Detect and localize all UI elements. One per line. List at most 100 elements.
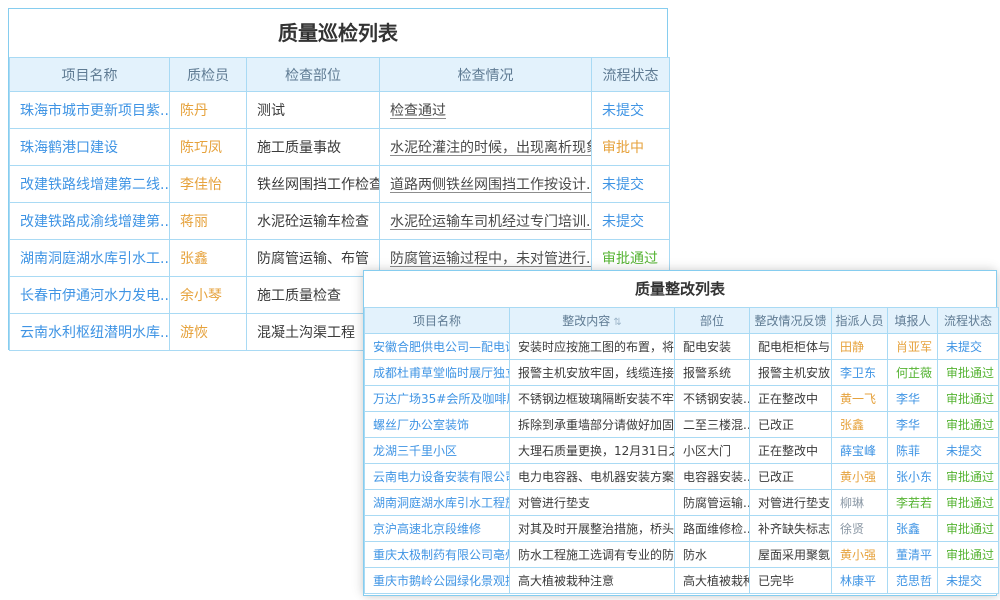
cell-project-name[interactable]: 云南电力设备安装有限公司20... <box>365 464 510 490</box>
inspection-table-title: 质量巡检列表 <box>9 9 667 57</box>
cell-project-name[interactable]: 重庆市鹅岭公园绿化景观提升... <box>365 568 510 594</box>
cell-flow-status-text: 审批通过 <box>946 470 994 484</box>
cell-project-name-text[interactable]: 珠海鹤港口建设 <box>20 140 118 156</box>
cell-project-name[interactable]: 京沪高速北京段维修 <box>365 516 510 542</box>
rectification-table-body: 安徽合肥供电公司—配电设备...安装时应按施工图的布置，将...配电安装配电柜柜… <box>365 334 999 594</box>
cell-feedback: 已改正 <box>750 412 832 438</box>
table-row: 珠海市城市更新项目紫...陈丹测试检查通过未提交 <box>10 92 670 129</box>
cell-project-name[interactable]: 改建铁路线增建第二线... <box>10 166 170 203</box>
cell-flow-status: 未提交 <box>938 568 999 594</box>
cell-flow-status: 未提交 <box>938 334 999 360</box>
rectification-column-label: 部位 <box>700 314 724 328</box>
inspection-column-header: 项目名称 <box>10 58 170 92</box>
cell-rectify-content-text: 防水工程施工选调有专业的防... <box>518 548 675 562</box>
cell-flow-status: 审批通过 <box>938 490 999 516</box>
cell-rectify-content-text: 报警主机安放牢固，线缆连接... <box>518 366 675 380</box>
cell-inspect-part: 混凝土沟渠工程 <box>247 314 380 351</box>
cell-assignee-text: 李卫东 <box>840 366 876 380</box>
cell-project-name[interactable]: 改建铁路成渝线增建第... <box>10 203 170 240</box>
cell-inspector: 陈巧凤 <box>170 129 247 166</box>
cell-rectify-content: 不锈钢边框玻璃隔断安装不牢... <box>510 386 675 412</box>
cell-project-name[interactable]: 成都杜甫草堂临时展厅独立展... <box>365 360 510 386</box>
cell-project-name-text[interactable]: 成都杜甫草堂临时展厅独立展... <box>373 366 510 380</box>
cell-project-name-text[interactable]: 重庆太极制药有限公司亳州中... <box>373 548 510 562</box>
rectification-column-header: 整改内容⇅ <box>510 308 675 334</box>
cell-rectify-content-text: 大理石质量更换，12月31日之... <box>518 444 675 458</box>
rectification-table-header: 项目名称整改内容⇅部位整改情况反馈指派人员填报人流程状态 <box>365 308 999 334</box>
cell-feedback-text: 配电柜柜体与... <box>758 340 832 354</box>
cell-project-name-text[interactable]: 云南水利枢纽潜明水库... <box>20 325 170 341</box>
cell-project-name-text[interactable]: 万达广场35#会所及咖啡厅空... <box>373 392 510 406</box>
table-row: 重庆市鹅岭公园绿化景观提升...高大植被栽种注意高大植被栽种已完毕林康平范思哲未… <box>365 568 999 594</box>
cell-project-name[interactable]: 珠海市城市更新项目紫... <box>10 92 170 129</box>
cell-inspector-text: 陈巧凤 <box>180 140 222 156</box>
cell-project-name-text[interactable]: 长春市伊通河水力发电... <box>20 288 170 304</box>
cell-assignee: 林康平 <box>832 568 888 594</box>
cell-flow-status-text: 审批通过 <box>946 418 994 432</box>
cell-rectify-content: 电力电容器、电机器安装方案，... <box>510 464 675 490</box>
table-row: 螺丝厂办公室装饰拆除到承重墙部分请做好加固...二至三楼混...已改正张鑫李华审… <box>365 412 999 438</box>
cell-feedback-text: 对管进行垫支 <box>758 496 830 510</box>
cell-project-name-text[interactable]: 安徽合肥供电公司—配电设备... <box>373 340 510 354</box>
cell-project-name-text[interactable]: 龙湖三千里小区 <box>373 444 457 458</box>
cell-inspect-part-text: 水泥砼运输车检查 <box>257 214 369 230</box>
cell-feedback-text: 已改正 <box>758 418 794 432</box>
cell-flow-status: 审批通过 <box>938 412 999 438</box>
cell-filler: 董清平 <box>888 542 938 568</box>
cell-part-text: 路面维修检... <box>683 522 750 536</box>
cell-project-name[interactable]: 安徽合肥供电公司—配电设备... <box>365 334 510 360</box>
table-row: 云南电力设备安装有限公司20...电力电容器、电机器安装方案，...电容器安装.… <box>365 464 999 490</box>
cell-filler-text: 范思哲 <box>896 574 932 588</box>
cell-project-name[interactable]: 湖南洞庭湖水库引水工... <box>10 240 170 277</box>
cell-project-name-text[interactable]: 云南电力设备安装有限公司20... <box>373 470 510 484</box>
cell-assignee: 黄小强 <box>832 542 888 568</box>
cell-project-name-text[interactable]: 重庆市鹅岭公园绿化景观提升... <box>373 574 510 588</box>
cell-part-text: 不锈钢安装... <box>683 392 750 406</box>
cell-project-name[interactable]: 龙湖三千里小区 <box>365 438 510 464</box>
cell-rectify-content-text: 安装时应按施工图的布置，将... <box>518 340 675 354</box>
cell-filler-text: 陈菲 <box>896 444 920 458</box>
sort-icon[interactable]: ⇅ <box>613 317 621 328</box>
cell-inspector-text: 蒋丽 <box>180 214 208 230</box>
cell-rectify-content: 大理石质量更换，12月31日之... <box>510 438 675 464</box>
cell-filler-text: 李华 <box>896 418 920 432</box>
cell-inspect-part-text: 铁丝网围挡工作检查 <box>257 177 380 193</box>
cell-project-name-text[interactable]: 京沪高速北京段维修 <box>373 522 481 536</box>
cell-flow-status: 审批中 <box>592 129 670 166</box>
cell-part: 高大植被栽种 <box>675 568 750 594</box>
inspection-column-header: 流程状态 <box>592 58 670 92</box>
cell-project-name[interactable]: 万达广场35#会所及咖啡厅空... <box>365 386 510 412</box>
cell-inspector-text: 张鑫 <box>180 251 208 267</box>
cell-project-name-text[interactable]: 改建铁路成渝线增建第... <box>20 214 170 230</box>
cell-project-name[interactable]: 长春市伊通河水力发电... <box>10 277 170 314</box>
cell-flow-status: 未提交 <box>592 203 670 240</box>
cell-inspect-part: 施工质量检查 <box>247 277 380 314</box>
cell-project-name-text[interactable]: 珠海市城市更新项目紫... <box>20 103 170 119</box>
cell-project-name-text[interactable]: 湖南洞庭湖水库引水工... <box>20 251 170 267</box>
cell-filler-text: 董清平 <box>896 548 932 562</box>
cell-inspect-situation: 检查通过 <box>380 92 592 129</box>
inspection-column-header: 质检员 <box>170 58 247 92</box>
inspection-column-label: 流程状态 <box>603 68 659 84</box>
cell-project-name[interactable]: 湖南洞庭湖水库引水工程施工1标 <box>365 490 510 516</box>
cell-flow-status: 未提交 <box>592 166 670 203</box>
cell-project-name[interactable]: 螺丝厂办公室装饰 <box>365 412 510 438</box>
cell-flow-status-text: 审批通过 <box>946 392 994 406</box>
rectification-column-header: 项目名称 <box>365 308 510 334</box>
cell-flow-status-text: 审批通过 <box>946 496 994 510</box>
cell-project-name[interactable]: 重庆太极制药有限公司亳州中... <box>365 542 510 568</box>
cell-flow-status: 审批通过 <box>938 464 999 490</box>
cell-rectify-content: 安装时应按施工图的布置，将... <box>510 334 675 360</box>
cell-flow-status-text: 审批通过 <box>946 522 994 536</box>
cell-project-name-text[interactable]: 螺丝厂办公室装饰 <box>373 418 469 432</box>
cell-inspect-part-text: 防腐管运输、布管 <box>257 251 369 267</box>
table-row: 安徽合肥供电公司—配电设备...安装时应按施工图的布置，将...配电安装配电柜柜… <box>365 334 999 360</box>
cell-project-name-text[interactable]: 改建铁路线增建第二线... <box>20 177 170 193</box>
cell-project-name[interactable]: 珠海鹤港口建设 <box>10 129 170 166</box>
cell-inspector: 游恢 <box>170 314 247 351</box>
rectification-column-label: 指派人员 <box>835 314 883 328</box>
cell-project-name-text[interactable]: 湖南洞庭湖水库引水工程施工1标 <box>373 496 510 510</box>
cell-project-name[interactable]: 云南水利枢纽潜明水库... <box>10 314 170 351</box>
cell-assignee: 黄一飞 <box>832 386 888 412</box>
cell-assignee: 薛宝峰 <box>832 438 888 464</box>
